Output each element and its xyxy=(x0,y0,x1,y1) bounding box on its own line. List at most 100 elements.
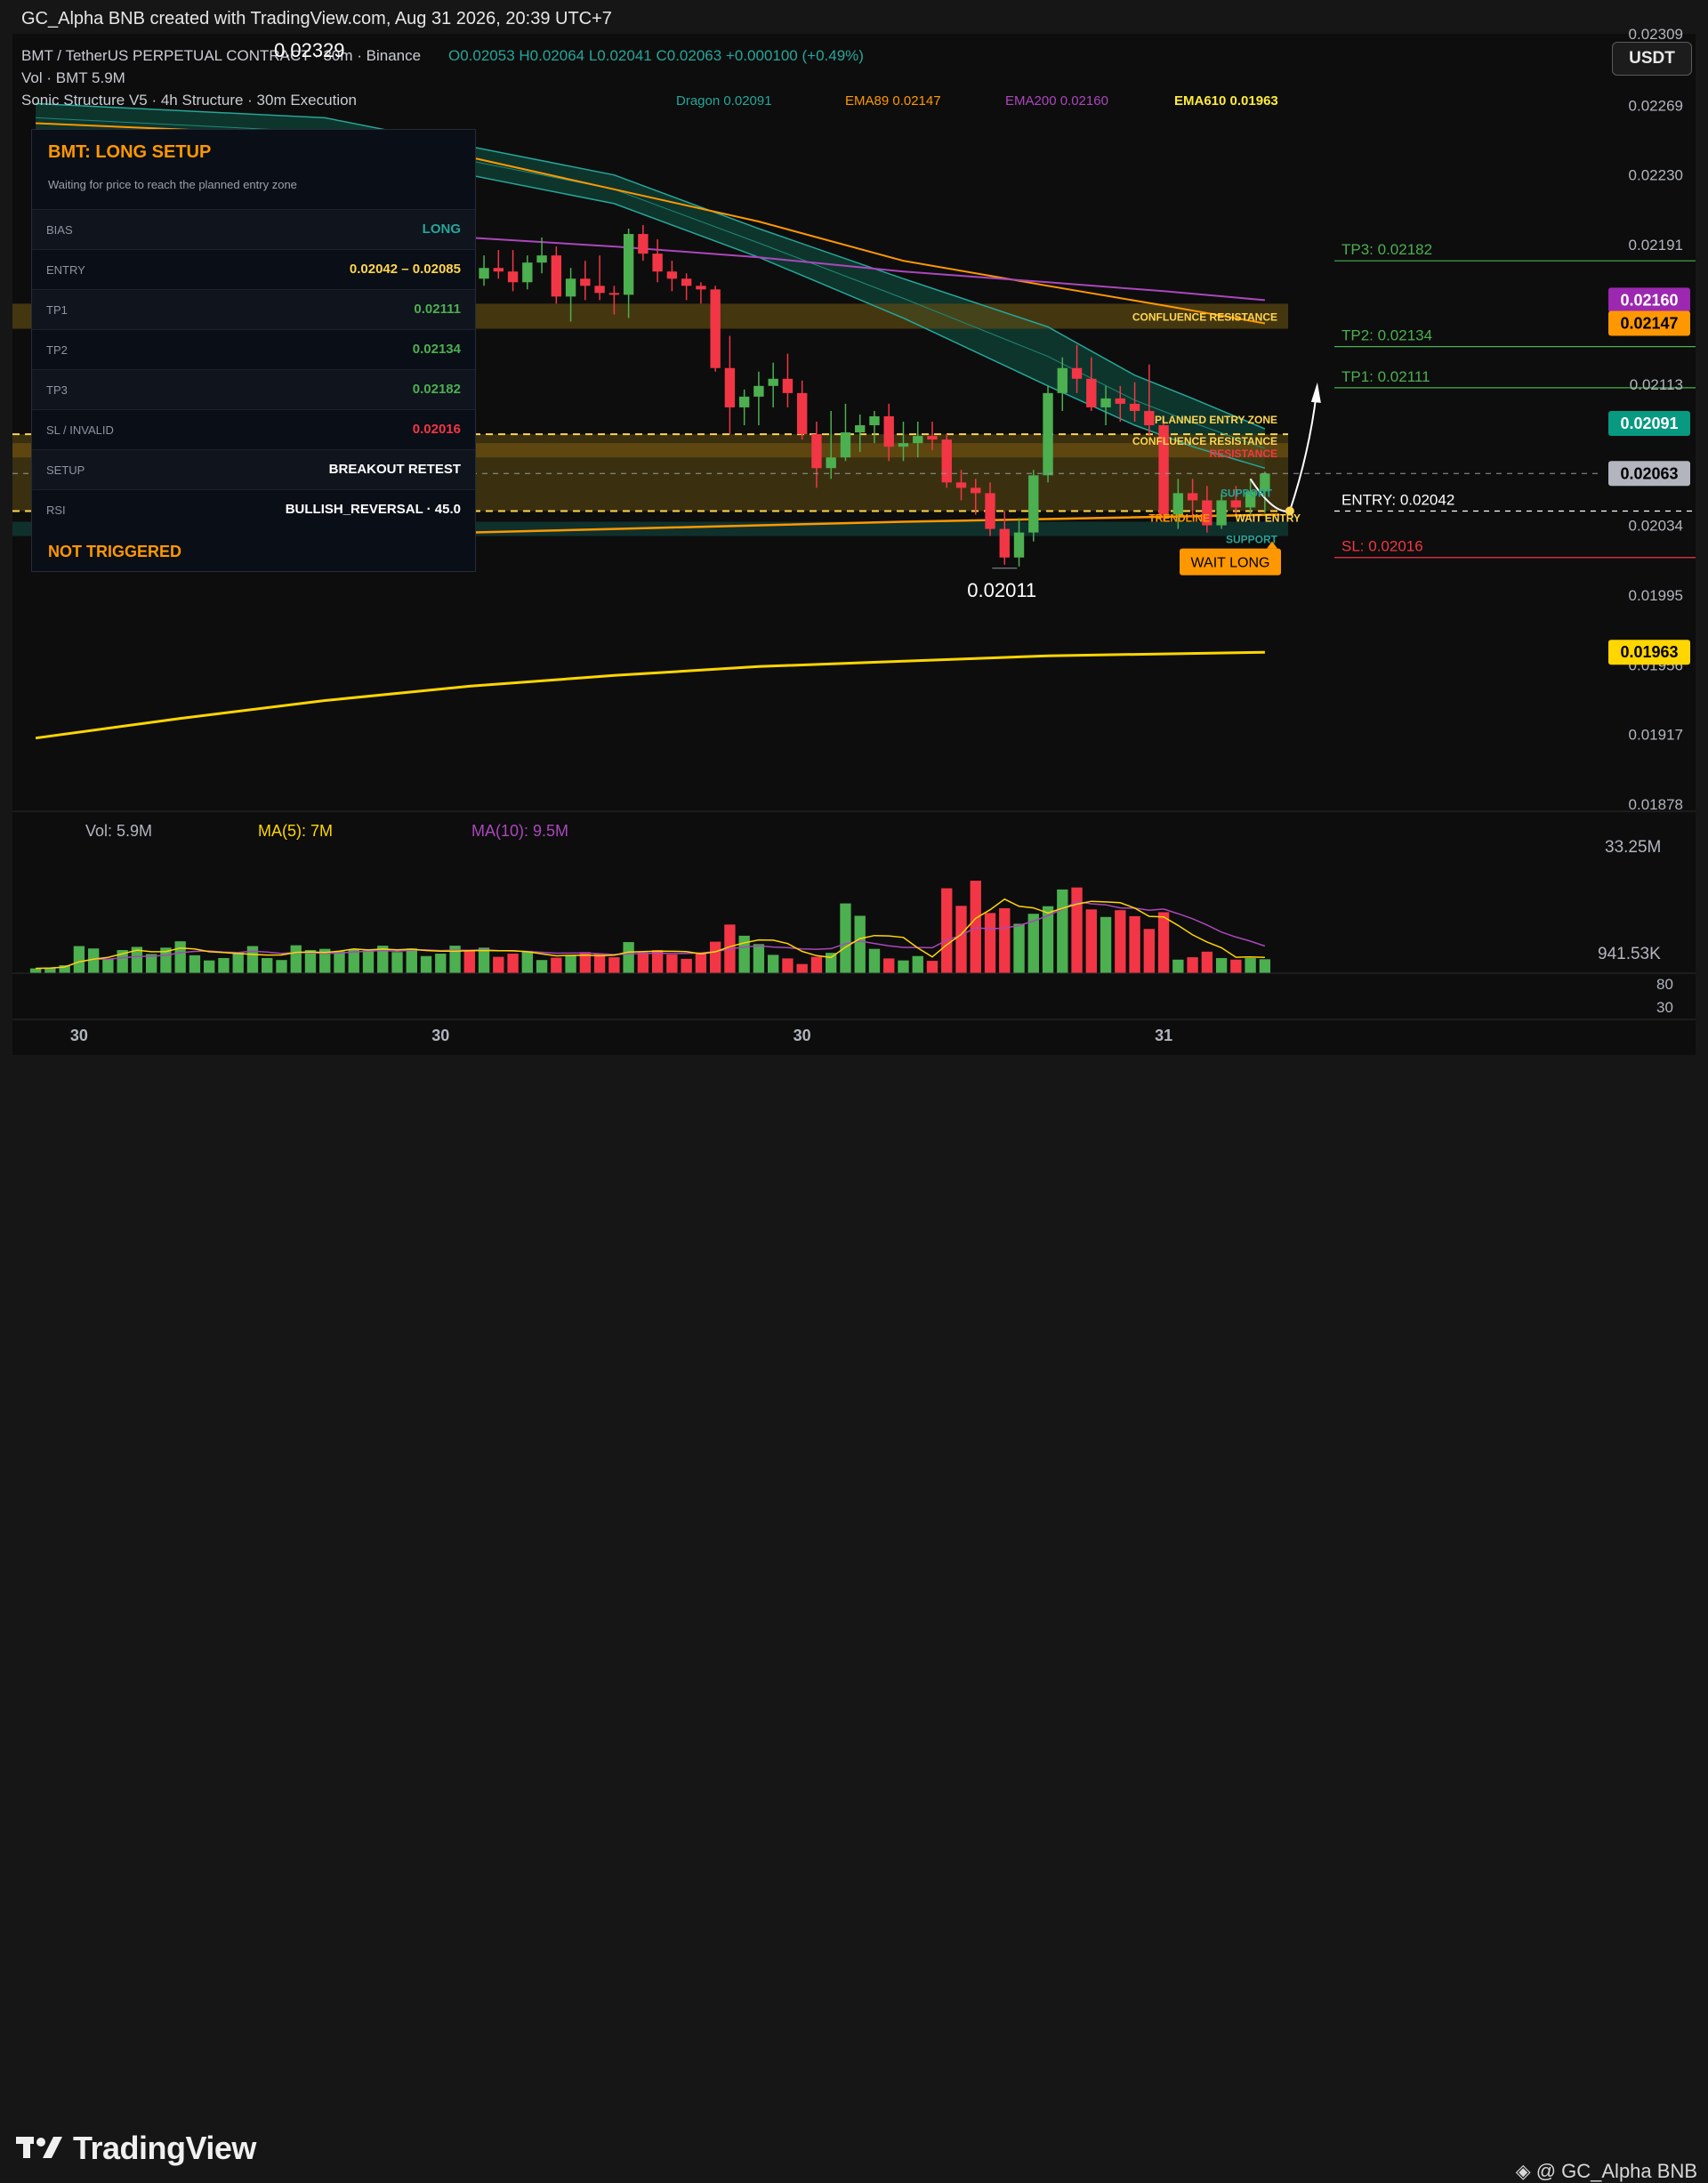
volume-legend-ma10: MA(10): 9.5M xyxy=(471,822,568,840)
panel-row-key: ENTRY xyxy=(46,263,85,277)
volume-bar xyxy=(406,948,417,973)
panel-title: BMT: LONG SETUP xyxy=(48,142,212,162)
target-label-1: TP2: 0.02134 xyxy=(1341,327,1432,344)
volume-bar xyxy=(984,913,996,973)
volume-bar xyxy=(1129,915,1140,973)
price-badge-text: 0.02147 xyxy=(1620,315,1678,333)
volume-bar xyxy=(246,946,259,973)
price-tick: 0.02269 xyxy=(1629,97,1683,114)
panel-status: NOT TRIGGERED xyxy=(48,543,182,560)
volume-bar xyxy=(941,888,953,973)
panel-row-value: 0.02134 xyxy=(412,342,461,357)
panel-row-tp3: TP3 0.02182 xyxy=(32,369,475,409)
volume-bar xyxy=(999,907,1011,973)
volume-bar xyxy=(1085,909,1097,973)
price-tick: 0.01995 xyxy=(1629,587,1683,604)
candle-body xyxy=(1144,410,1155,426)
volume-bar xyxy=(709,941,721,973)
volume-bar xyxy=(420,955,432,973)
tradingview-logo-icon xyxy=(16,2137,62,2158)
panel-row-setup: SETUP BREAKOUT RETEST xyxy=(32,449,475,489)
volume-bar xyxy=(463,949,475,973)
candle-body xyxy=(580,278,591,286)
candle-body xyxy=(1100,398,1111,407)
candle-body xyxy=(1115,398,1126,404)
candle-body xyxy=(551,255,562,297)
footer: TradingView ◈ @ GC_Alpha BNB xyxy=(0,1059,1708,2182)
panel-row-value: BULLISH_REVERSAL · 45.0 xyxy=(285,502,461,517)
panel-row-value: LONG xyxy=(422,222,461,237)
panel-row-value: 0.02042 – 0.02085 xyxy=(349,262,461,277)
panel-row-value: 0.02182 xyxy=(412,382,461,397)
volume-bar xyxy=(232,952,244,973)
panel-row-key: BIAS xyxy=(46,223,73,237)
price-badge-text: 0.01963 xyxy=(1620,643,1678,661)
label-planned-entry-zone: PLANNED ENTRY ZONE xyxy=(1155,414,1277,426)
currency-button[interactable]: USDT xyxy=(1612,42,1692,76)
legend-symbol: BMT / TetherUS PERPETUAL CONTRACT · 30m … xyxy=(21,47,421,64)
volume-bar xyxy=(767,955,779,973)
volume-bar xyxy=(970,881,981,973)
candle-body xyxy=(898,443,909,447)
legend-ohlc: O0.02053 H0.02064 L0.02041 C0.02063 +0.0… xyxy=(448,47,864,64)
volume-bar xyxy=(854,915,866,973)
candle-body xyxy=(608,293,620,295)
candle-body xyxy=(1057,367,1068,393)
panel-row-key: TP3 xyxy=(46,383,68,397)
volume-bar xyxy=(666,954,678,973)
candle-body xyxy=(1187,493,1198,501)
volume-bar xyxy=(912,955,923,973)
label-confluence-resistance-upper: CONFLUENCE RESISTANCE xyxy=(1132,310,1277,323)
candle-body xyxy=(1216,500,1227,526)
rsi-axis-30: 30 xyxy=(1656,999,1673,1016)
panel-row-key: RSI xyxy=(46,503,66,517)
volume-bar xyxy=(796,963,808,973)
candle-body xyxy=(1028,475,1039,533)
panel-row-entry: ENTRY 0.02042 – 0.02085 xyxy=(32,249,475,289)
binance-icon: ◈ xyxy=(1515,2160,1531,2182)
tradingview-logo[interactable]: TradingView xyxy=(16,2130,256,2167)
volume-bar xyxy=(1230,959,1242,973)
volume-bar xyxy=(204,960,215,973)
candle-body xyxy=(1230,500,1242,508)
candle-body xyxy=(696,286,706,290)
candle-body xyxy=(1086,378,1097,407)
volume-bar xyxy=(1057,889,1068,973)
volume-bar xyxy=(926,961,939,973)
candle-body xyxy=(782,378,794,393)
target-label-0: TP3: 0.02182 xyxy=(1341,241,1432,258)
legend-volume: Vol · BMT 5.9M xyxy=(21,69,125,86)
volume-bar xyxy=(1172,959,1184,973)
time-tick: 30 xyxy=(70,1027,88,1044)
volume-bar xyxy=(29,968,42,973)
volume-bar xyxy=(551,957,562,973)
volume-bar xyxy=(218,957,230,973)
volume-bar xyxy=(1201,951,1213,973)
target-label-3: ENTRY: 0.02042 xyxy=(1341,491,1454,508)
ema-legend-ema89: EMA89 0.02147 xyxy=(845,93,941,109)
volume-bar xyxy=(738,935,750,973)
candle-body xyxy=(913,436,923,444)
candle-body xyxy=(855,425,866,433)
panel-row-key: TP1 xyxy=(46,303,68,317)
label-support-upper: SUPPORT xyxy=(1221,487,1273,499)
volume-bar xyxy=(262,957,273,973)
candle-body xyxy=(768,378,778,386)
candle-body xyxy=(840,432,851,458)
volume-bar xyxy=(753,944,765,973)
ema-legend-ema200: EMA200 0.02160 xyxy=(1005,93,1108,109)
candle-body xyxy=(681,278,692,286)
price-tick: 0.02230 xyxy=(1629,167,1683,184)
panel-row-value: 0.02016 xyxy=(412,422,461,437)
candle-body xyxy=(811,434,822,469)
projection-arrowhead xyxy=(1310,382,1321,403)
volume-bar xyxy=(955,906,967,973)
volume-bar xyxy=(536,960,548,973)
panel-row-tp2: TP2 0.02134 xyxy=(32,329,475,369)
volume-axis-min: 941.53K xyxy=(1598,945,1661,963)
volume-bar xyxy=(507,954,519,973)
price-badge-text: 0.02091 xyxy=(1620,415,1678,432)
low-price-label: 0.02011 xyxy=(967,579,1036,601)
candle-body xyxy=(985,493,995,529)
candle-body xyxy=(666,271,678,279)
